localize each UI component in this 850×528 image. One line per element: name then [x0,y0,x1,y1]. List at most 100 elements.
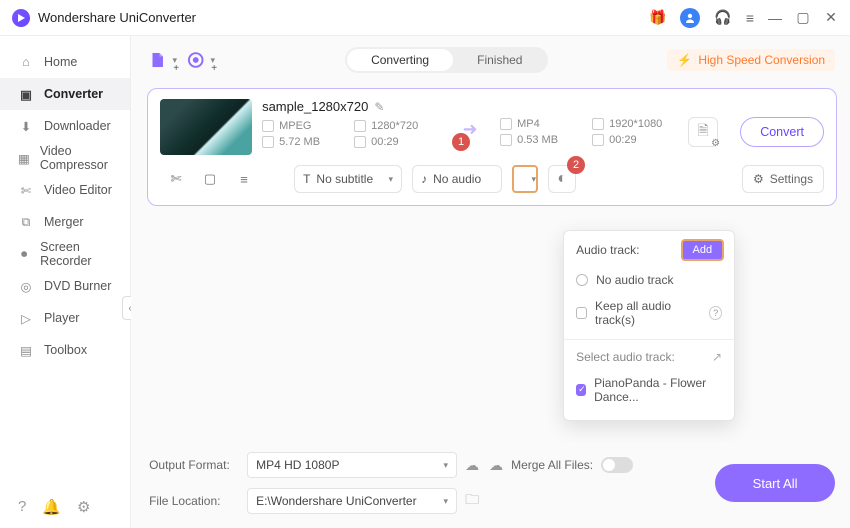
merger-icon: ⧉ [18,215,34,230]
close-button[interactable]: ✕ [824,9,838,26]
help-icon[interactable]: ? [709,306,722,320]
titlebar: Wondershare UniConverter 🎁 🎧 ≡ ― ▢ ✕ [0,0,850,36]
checkbox-icon [576,307,587,319]
subtitle-icon: T [303,172,310,186]
open-external-icon[interactable]: ↗ [712,350,722,364]
bell-icon[interactable]: 🔔 [42,498,61,516]
audio-track-dropdown: Audio track: Add No audio track Keep all… [563,230,735,421]
main: +▾ +▾ Converting Finished ⚡High Speed Co… [131,36,850,528]
settings-icon[interactable]: ⚙ [77,498,90,516]
sidebar-bottom: ? 🔔 ⚙ [18,498,90,516]
convert-arrow: ➜ 1 [450,99,490,140]
chevron-down-icon: ▾ [532,174,537,185]
app-title: Wondershare UniConverter [38,10,196,25]
file-location-label: File Location: [149,494,239,508]
merge-toggle[interactable] [601,457,633,473]
sidebar-item-merger[interactable]: ⧉Merger [0,206,130,238]
compressor-icon: ▦ [18,151,30,166]
bolt-icon: ⚡ [677,53,692,67]
downloader-icon: ⬇ [18,119,34,134]
dvd-icon: ◎ [18,279,34,294]
open-folder-icon[interactable]: 🗀 [465,489,503,513]
checkbox-checked-icon [576,384,586,396]
sidebar-item-converter[interactable]: ▣Converter [0,78,130,110]
option-no-audio[interactable]: No audio track [564,267,734,293]
chevron-down-icon: ▾ [389,174,394,185]
footer: Output Format: MP4 HD 1080P▾ ☁ ☁ Merge A… [131,442,850,528]
tab-converting[interactable]: Converting [347,49,453,71]
sidebar-item-home[interactable]: ⌂Home [0,46,130,78]
gift-icon[interactable]: 🎁 [649,9,666,26]
audio-select[interactable]: ♪No audio [412,165,502,193]
start-all-button[interactable]: Start All [715,464,835,502]
home-icon: ⌂ [18,55,34,69]
toolbar: +▾ +▾ Converting Finished ⚡High Speed Co… [131,36,850,84]
add-audio-button[interactable]: Add [681,239,725,261]
source-meta: MPEG 1280*720 5.72 MB 00:29 [262,120,440,148]
maximize-button[interactable]: ▢ [796,9,810,26]
crop-button[interactable]: ▢ [198,168,222,190]
sidebar: ⌂Home ▣Converter ⬇Downloader ▦Video Comp… [0,36,131,528]
sidebar-item-dvd[interactable]: ◎DVD Burner [0,270,130,302]
output-settings-button[interactable]: 🗎 [688,117,718,147]
radio-icon [576,274,588,286]
video-thumbnail[interactable] [160,99,252,155]
target-meta: MP4 1920*1080 0.53 MB 00:29 [500,118,678,146]
add-url-button[interactable]: +▾ [187,48,215,72]
duration-icon [592,134,604,146]
merge-label: Merge All Files: [511,458,593,472]
effect-button[interactable]: ◐ 2 [548,165,576,193]
sidebar-item-toolbox[interactable]: ▤Toolbox [0,334,130,366]
size-icon [262,136,274,148]
resolution-icon [592,118,604,130]
sidebar-item-editor[interactable]: ✄Video Editor [0,174,130,206]
format-icon [500,118,512,130]
trim-button[interactable]: ✄ [164,168,188,190]
cloud-sync-icon[interactable]: ☁ [465,457,479,474]
convert-button[interactable]: Convert [740,117,824,147]
audio-dropdown-toggle[interactable]: ▾ [512,165,538,193]
edit-name-icon[interactable]: ✎ [374,100,384,114]
output-format-select[interactable]: MP4 HD 1080P▾ [247,452,457,478]
subtitle-select[interactable]: TNo subtitle▾ [294,165,402,193]
tab-finished[interactable]: Finished [453,49,546,71]
sidebar-item-downloader[interactable]: ⬇Downloader [0,110,130,142]
dropdown-title: Audio track: [576,243,639,257]
output-format-label: Output Format: [149,458,239,472]
toolbox-icon: ▤ [18,343,34,358]
minimize-button[interactable]: ― [768,10,782,26]
separator [564,339,734,340]
cloud-icon[interactable]: ☁ [489,457,503,474]
select-track-label: Select audio track: [576,350,675,364]
player-icon: ▷ [18,311,34,326]
option-keep-all[interactable]: Keep all audio track(s)? [564,293,734,333]
sidebar-item-compressor[interactable]: ▦Video Compressor [0,142,130,174]
duration-icon [354,136,366,148]
recorder-icon: ⏺ [18,247,30,262]
file-name: sample_1280x720 [262,99,368,114]
user-avatar[interactable] [680,8,700,28]
callout-badge-2: 2 [567,156,585,174]
chevron-down-icon: ▾ [444,496,449,507]
add-file-button[interactable]: +▾ [149,48,177,72]
resolution-icon [354,120,366,132]
callout-badge-1: 1 [452,133,470,151]
editor-icon: ✄ [18,183,34,198]
more-button[interactable]: ≡ [232,168,256,190]
audio-track-item[interactable]: PianoPanda - Flower Dance... [564,370,734,410]
chevron-down-icon: ▾ [444,460,449,471]
size-icon [500,134,512,146]
gear-icon: ⚙ [753,172,764,186]
support-icon[interactable]: 🎧 [714,9,731,26]
high-speed-conversion[interactable]: ⚡High Speed Conversion [667,49,835,71]
app-logo [12,9,30,27]
hamburger-icon[interactable]: ≡ [746,10,754,26]
format-icon [262,120,274,132]
converter-icon: ▣ [18,87,34,102]
help-icon[interactable]: ? [18,498,26,516]
file-settings-button[interactable]: ⚙Settings [742,165,824,193]
file-location-select[interactable]: E:\Wondershare UniConverter▾ [247,488,457,514]
sidebar-item-player[interactable]: ▷Player [0,302,130,334]
sidebar-item-recorder[interactable]: ⏺Screen Recorder [0,238,130,270]
audio-icon: ♪ [421,172,427,186]
